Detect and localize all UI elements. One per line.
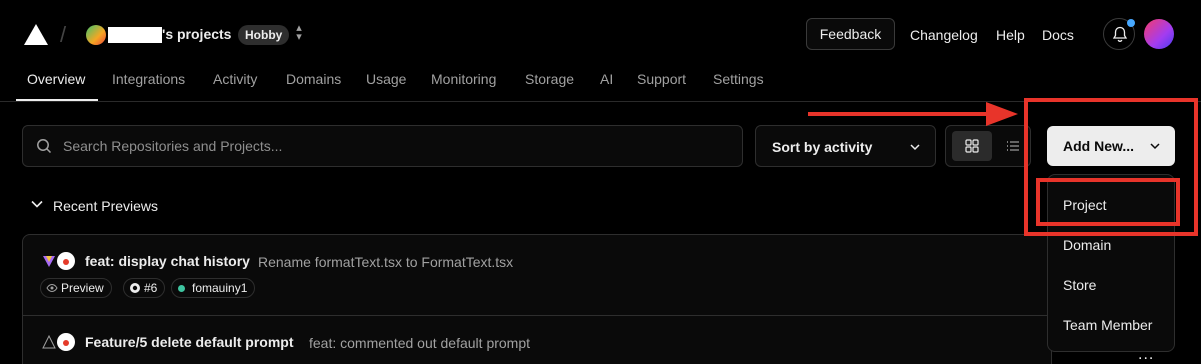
annotation-box-project: [1036, 178, 1180, 226]
preview-title[interactable]: Feature/5 delete default prompt: [85, 334, 293, 350]
author-avatar: [57, 333, 75, 351]
docs-link[interactable]: Docs: [1042, 27, 1074, 43]
github-icon: [130, 283, 140, 293]
search-input[interactable]: [63, 126, 733, 166]
grid-view-icon: [965, 139, 979, 153]
branch-status-dot: [178, 285, 185, 292]
top-header: / 's projects Hobby ▴ ▾ Feedback Changelo…: [0, 0, 1201, 102]
menu-item-domain[interactable]: Domain: [1063, 237, 1111, 253]
user-avatar[interactable]: [1144, 19, 1174, 49]
branch-chip[interactable]: fomauiny1: [171, 278, 256, 298]
breadcrumb-separator: /: [60, 22, 67, 47]
search-icon: [37, 139, 52, 154]
tab-ai[interactable]: AI: [600, 71, 613, 87]
commit-message: feat: commented out default prompt: [309, 335, 531, 351]
chip-label: Preview: [61, 281, 104, 295]
preview-title[interactable]: feat: display chat history: [85, 253, 250, 269]
tab-usage[interactable]: Usage: [366, 71, 406, 87]
tab-overview[interactable]: Overview: [27, 71, 85, 87]
sort-label: Sort by activity: [772, 139, 873, 155]
annotation-arrow-head: [986, 102, 1018, 126]
commit-message: Rename formatText.tsx to FormatText.tsx: [258, 254, 514, 270]
section-title: Recent Previews: [53, 198, 159, 214]
tab-storage[interactable]: Storage: [525, 71, 574, 87]
view-toggle: [945, 125, 1031, 167]
changelog-link[interactable]: Changelog: [910, 27, 978, 43]
commit-icon: [42, 334, 56, 349]
tab-integrations[interactable]: Integrations: [112, 71, 185, 87]
active-tab-indicator: [16, 99, 98, 101]
team-name[interactable]: 's projects: [162, 26, 231, 42]
chevron-down-icon: [910, 144, 920, 151]
tab-support[interactable]: Support: [637, 71, 686, 87]
annotation-arrow: [808, 112, 988, 116]
grid-view-button[interactable]: [952, 131, 992, 161]
preview-card[interactable]: feat: display chat history Rename format…: [22, 234, 1052, 316]
menu-item-store[interactable]: Store: [1063, 277, 1096, 293]
plan-badge: Hobby: [238, 25, 290, 45]
preview-card[interactable]: Feature/5 delete default prompt feat: co…: [22, 315, 1052, 364]
commit-icon: [43, 256, 55, 267]
bell-icon: [1112, 26, 1128, 42]
team-avatar[interactable]: [86, 25, 106, 45]
vercel-logo-icon[interactable]: [24, 24, 48, 45]
search-box[interactable]: [22, 125, 743, 167]
chevron-down-icon[interactable]: [30, 197, 44, 211]
preview-chip[interactable]: Preview: [40, 278, 112, 298]
feedback-button[interactable]: Feedback: [806, 18, 895, 50]
help-link[interactable]: Help: [996, 27, 1025, 43]
chip-label: #6: [144, 281, 158, 295]
pr-chip[interactable]: #6: [123, 278, 166, 298]
switch-icon[interactable]: ▴ ▾: [292, 23, 306, 44]
menu-item-team-member[interactable]: Team Member: [1063, 317, 1152, 333]
redacted-team-name: [108, 27, 162, 43]
notification-dot: [1127, 19, 1135, 27]
tab-monitoring[interactable]: Monitoring: [431, 71, 496, 87]
eye-icon: [46, 283, 58, 293]
chip-label: fomauiny1: [192, 281, 248, 295]
author-avatar: [57, 252, 75, 270]
list-view-icon: [1007, 141, 1019, 151]
more-options-icon[interactable]: ...: [1138, 346, 1154, 364]
tab-domains[interactable]: Domains: [286, 71, 341, 87]
sort-select[interactable]: Sort by activity: [755, 125, 936, 167]
tab-settings[interactable]: Settings: [713, 71, 764, 87]
tab-activity[interactable]: Activity: [213, 71, 257, 87]
